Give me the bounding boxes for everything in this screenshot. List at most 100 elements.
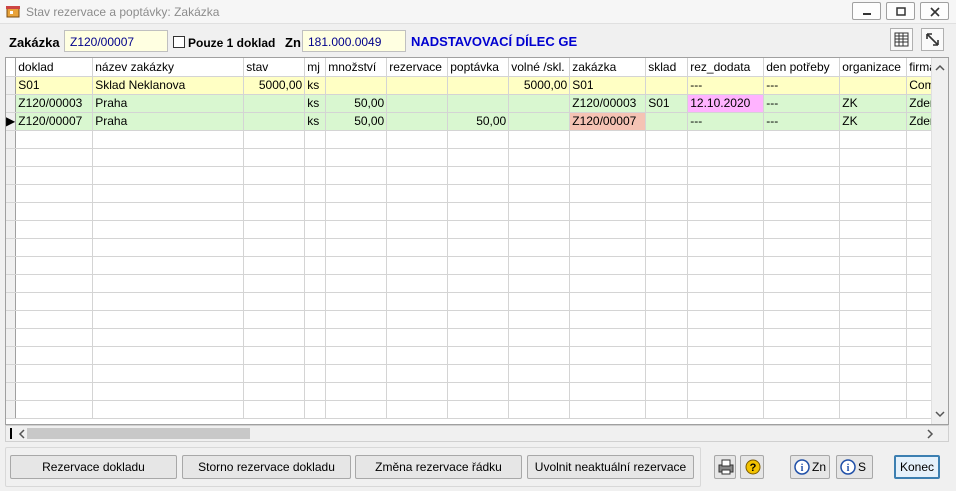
rezervace-dokladu-button[interactable]: Rezervace dokladu [10,455,177,479]
col-header[interactable]: zakázka [569,58,647,77]
cell-stav[interactable] [243,112,306,131]
cell-zakazka[interactable]: Z120/00003 [569,94,647,113]
cell-stav[interactable] [243,94,306,113]
vertical-scrollbar[interactable] [931,58,948,424]
print-button[interactable] [714,455,736,479]
cell-zakazka[interactable]: Z120/00007 [569,112,647,131]
cell-mnozstvi[interactable]: 50,00 [325,94,388,113]
col-header[interactable]: rezervace [386,58,449,77]
col-header[interactable]: název zakázky [92,58,245,77]
empty-cell [569,166,647,185]
col-header[interactable]: rez_dodata [687,58,765,77]
row-indicator [6,364,17,383]
cell-poptavka[interactable] [447,76,510,95]
cell-mnozstvi[interactable] [325,76,388,95]
cell-rez-dodata[interactable]: --- [687,112,765,131]
table-row[interactable]: Z120/00003 Praha ks 50,00 Z120/00003 S01… [6,94,948,113]
zn-label: Zn [285,35,301,50]
cell-doklad[interactable]: Z120/00003 [15,94,94,113]
col-header[interactable]: den potřeby [763,58,841,77]
col-header[interactable]: stav [243,58,306,77]
info-zn-button[interactable]: i Zn [790,455,830,479]
uvolnit-rezervace-button[interactable]: Uvolnit neaktuální rezervace [527,455,694,479]
empty-cell [92,400,245,419]
cell-stav[interactable]: 5000,00 [243,76,306,95]
cell-volne[interactable] [508,112,571,131]
cell-sklad[interactable] [645,76,689,95]
col-header[interactable]: množství [325,58,388,77]
horizontal-scrollbar[interactable] [5,425,949,442]
cell-den-potreby[interactable]: --- [763,94,841,113]
empty-cell [569,382,647,401]
expand-button[interactable] [921,28,944,51]
cell-organizace[interactable] [839,76,908,95]
empty-cell [304,310,327,329]
col-header[interactable]: sklad [645,58,689,77]
grid-settings-button[interactable] [890,28,913,51]
storno-rezervace-button[interactable]: Storno rezervace dokladu [182,455,351,479]
cell-rezervace[interactable] [386,112,449,131]
cell-sklad[interactable] [645,112,689,131]
cell-rezervace[interactable] [386,76,449,95]
row-indicator [6,166,17,185]
cell-den-potreby[interactable]: --- [763,76,841,95]
empty-cell [763,400,841,419]
cell-sklad[interactable]: S01 [645,94,689,113]
col-header[interactable]: mj [304,58,327,77]
col-header[interactable]: organizace [839,58,908,77]
cell-volne[interactable] [508,94,571,113]
cell-den-potreby[interactable]: --- [763,112,841,131]
table-row[interactable]: S01 Sklad Neklanova 5000,00 ks 5000,00 S… [6,76,948,95]
cell-nazev[interactable]: Praha [92,112,245,131]
konec-button[interactable]: Konec [894,455,940,479]
empty-cell [304,274,327,293]
empty-cell [447,148,510,167]
scroll-down-icon[interactable] [932,408,948,420]
empty-cell [92,130,245,149]
cell-nazev[interactable]: Sklad Neklanova [92,76,245,95]
cell-rez-dodata[interactable]: 12.10.2020 [687,94,765,113]
scroll-right-icon[interactable] [924,426,936,441]
minimize-button[interactable] [852,2,881,20]
empty-row [6,328,948,347]
help-button[interactable]: ? [740,455,764,479]
col-header[interactable]: volné /skl. [508,58,571,77]
cell-rezervace[interactable] [386,94,449,113]
cell-organizace[interactable]: ZK [839,94,908,113]
cell-organizace[interactable]: ZK [839,112,908,131]
cell-nazev[interactable]: Praha [92,94,245,113]
table-row[interactable]: ▶ Z120/00007 Praha ks 50,00 50,00 Z120/0… [6,112,948,131]
col-header[interactable]: poptávka [447,58,510,77]
info-s-button[interactable]: i S [836,455,873,479]
empty-cell [508,184,571,203]
row-indicator [6,346,17,365]
zakazka-input[interactable]: Z120/00007 [64,30,168,52]
cell-mj[interactable]: ks [304,76,327,95]
row-indicator [6,256,17,275]
cell-mj[interactable]: ks [304,94,327,113]
maximize-button[interactable] [886,2,915,20]
cell-mnozstvi[interactable]: 50,00 [325,112,388,131]
zn-input[interactable]: 181.000.0049 [302,30,406,52]
row-indicator [6,292,17,311]
col-header[interactable]: doklad [15,58,94,77]
pouze-checkbox[interactable] [173,36,185,48]
cell-poptavka[interactable]: 50,00 [447,112,510,131]
empty-cell [508,166,571,185]
cell-mj[interactable]: ks [304,112,327,131]
cell-rez-dodata[interactable]: --- [687,76,765,95]
cell-volne[interactable]: 5000,00 [508,76,571,95]
zmena-rezervace-button[interactable]: Změna rezervace řádku [355,455,522,479]
close-button[interactable] [920,2,949,20]
info-zn-label: Zn [812,460,827,474]
scroll-up-icon[interactable] [932,62,948,74]
cell-doklad[interactable]: Z120/00007 [15,112,94,131]
empty-cell [15,256,94,275]
empty-cell [508,256,571,275]
cell-poptavka[interactable] [447,94,510,113]
scroll-thumb[interactable] [27,428,250,439]
empty-cell [645,382,689,401]
empty-cell [325,292,388,311]
cell-zakazka[interactable]: S01 [569,76,647,95]
cell-doklad[interactable]: S01 [15,76,94,95]
